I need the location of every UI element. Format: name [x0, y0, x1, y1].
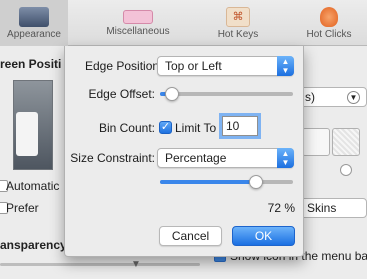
hot-keys-icon: ⌘	[226, 7, 250, 27]
skin-swatch-pattern[interactable]	[332, 128, 360, 156]
edge-offset-slider-knob[interactable]	[164, 87, 179, 101]
keyboard-icon	[123, 10, 153, 24]
skins-button[interactable]: Skins	[300, 198, 367, 218]
bin-count-field[interactable]: 10	[222, 116, 258, 136]
popup-arrows-icon: ▲ ▼	[277, 148, 294, 168]
edge-settings-sheet: Edge Position: Top or Left ▲ ▼ Edge Offse…	[64, 46, 304, 257]
prefer-label: Prefer	[6, 201, 39, 215]
tab-appearance-label: Appearance	[7, 29, 61, 40]
hot-clicks-icon	[320, 7, 338, 27]
edge-position-popup[interactable]: Top or Left ▲ ▼	[157, 56, 294, 76]
limit-to-label: Limit To	[175, 121, 217, 135]
edge-position-label: Edge Position:	[85, 59, 163, 73]
edge-position-value: Top or Left	[165, 59, 222, 73]
display-bin-preview	[16, 112, 38, 156]
size-constraint-label: Size Constraint:	[70, 151, 155, 165]
edge-offset-label: Edge Offset:	[88, 87, 156, 101]
tab-hot-clicks[interactable]: Hot Clicks	[296, 0, 362, 46]
tab-miscellaneous-label: Miscellaneous	[106, 26, 170, 37]
size-constraint-slider[interactable]	[160, 180, 293, 184]
cancel-button[interactable]: Cancel	[159, 226, 222, 246]
tab-hot-keys-label: Hot Keys	[217, 29, 259, 40]
edge-offset-slider[interactable]	[160, 92, 293, 96]
tab-appearance[interactable]: Appearance	[0, 0, 68, 46]
tab-hot-clicks-label: Hot Clicks	[306, 29, 352, 40]
skin-radio[interactable]	[340, 164, 352, 176]
size-percent-readout: 72 %	[267, 201, 295, 215]
transparency-heading: ansparency	[0, 238, 67, 252]
popup-arrows-icon: ▲ ▼	[277, 56, 294, 76]
position-popup[interactable]: s) ▼	[300, 87, 367, 107]
position-popup-value: s)	[305, 90, 315, 104]
transparency-slider-knob[interactable]: ▼	[131, 259, 141, 270]
skin-swatch-plain[interactable]	[302, 128, 330, 156]
transparency-slider[interactable]	[0, 263, 200, 266]
preferences-toolbar: Appearance Miscellaneous ⌘ Hot Keys Hot …	[0, 0, 367, 46]
bin-count-label: Bin Count:	[98, 121, 155, 135]
size-constraint-slider-knob[interactable]	[248, 175, 263, 189]
ok-button[interactable]: OK	[232, 226, 295, 246]
screen-position-heading: reen Positi	[0, 57, 62, 71]
automatic-label: Automatic	[6, 179, 60, 193]
tab-miscellaneous[interactable]: Miscellaneous	[103, 0, 173, 46]
tab-hot-keys[interactable]: ⌘ Hot Keys	[208, 0, 268, 46]
limit-to-checkbox[interactable]: ✓	[159, 121, 172, 134]
size-constraint-value: Percentage	[165, 151, 227, 165]
size-constraint-slider-fill	[160, 180, 256, 184]
appearance-icon	[19, 7, 49, 27]
chevron-down-icon: ▼	[347, 91, 360, 104]
size-constraint-popup[interactable]: Percentage ▲ ▼	[157, 148, 294, 168]
